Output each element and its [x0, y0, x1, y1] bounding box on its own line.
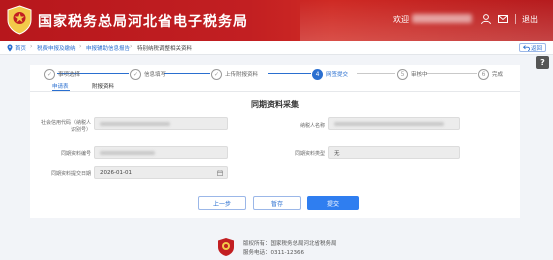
taxpayer-name-field[interactable] — [328, 117, 460, 130]
tab-divider — [30, 91, 520, 92]
breadcrumb-current: 特别纳税调整相关资料 — [137, 46, 193, 52]
main-panel: ✓ 事项选择 ✓ 信息填写 ✓ 上传附报资料 4 网签提交 5 审核中 6 完成… — [30, 65, 520, 218]
tax-id-label: 社会信用代码（纳税人识别号） — [40, 120, 91, 133]
breadcrumb-separator: › — [30, 43, 33, 50]
step-check-icon: ✓ — [44, 68, 55, 80]
footer-copyright: 版权所有：国家税务总局河北省税务局 — [243, 241, 337, 247]
step-connector — [164, 73, 210, 74]
previous-step-button[interactable]: 上一步 — [198, 196, 246, 210]
step-check-icon: ✓ — [130, 68, 141, 80]
form-title: 同期资料采集 — [251, 100, 299, 109]
step-connector — [357, 73, 395, 74]
date-value: 2026-01-01 — [100, 169, 132, 176]
user-name-redacted — [412, 14, 472, 23]
welcome-text: 欢迎 — [393, 15, 409, 24]
breadcrumb-separator: › — [130, 43, 133, 50]
location-pin-icon — [7, 44, 13, 52]
header-separator — [515, 14, 516, 24]
step-number: 4 — [312, 68, 323, 80]
step-item-done: 6 完成 — [478, 68, 503, 80]
step-connector — [268, 73, 311, 74]
doc-number-field[interactable] — [94, 146, 228, 159]
footer-hotline: 服务电话：0311-12366 — [243, 250, 304, 256]
step-number: 5 — [397, 68, 408, 80]
tab-application-form[interactable]: 申请表 — [52, 82, 69, 90]
step-label: 完成 — [492, 72, 504, 78]
doc-type-value: 无 — [334, 150, 340, 157]
redacted-value — [334, 121, 444, 126]
doc-number-label: 同期资料编号 — [60, 151, 91, 157]
step-item-upload: ✓ 上传附报资料 — [211, 68, 258, 80]
taxpayer-name-label: 纳税人名称 — [299, 123, 325, 129]
tax-emblem-logo — [7, 5, 32, 35]
logout-link[interactable]: 退出 — [522, 14, 538, 25]
step-label: 信息填写 — [144, 72, 167, 78]
help-icon[interactable]: ? — [536, 56, 549, 69]
site-title: 国家税务总局河北省电子税务局 — [38, 14, 248, 30]
doc-type-label: 同期资料类型 — [294, 151, 325, 157]
step-label: 网签提交 — [326, 72, 349, 78]
redacted-value — [100, 121, 170, 126]
step-label: 审核中 — [411, 72, 428, 78]
doc-type-field[interactable]: 无 — [328, 146, 460, 159]
step-label: 事项选择 — [58, 72, 81, 78]
redacted-value — [100, 150, 155, 155]
back-button[interactable]: 返回 — [519, 43, 546, 52]
step-number: 6 — [478, 68, 489, 80]
footer-emblem-logo — [218, 238, 234, 256]
tab-attachments[interactable]: 附报资料 — [92, 82, 114, 90]
step-item-fill: ✓ 信息填写 — [130, 68, 166, 80]
step-check-icon: ✓ — [211, 68, 222, 80]
breadcrumb-aux-report[interactable]: 申报辅助信息报告 — [86, 44, 130, 52]
step-label: 上传附报资料 — [225, 72, 259, 78]
submit-button[interactable]: 提交 — [307, 196, 359, 210]
back-arrow-icon — [522, 44, 530, 51]
date-label: 同期资料提交日期 — [50, 171, 91, 177]
breadcrumb: 首页 › 税费申报及缴纳 › 申报辅助信息报告 › 特别纳税调整相关资料 — [0, 41, 553, 55]
calendar-icon[interactable] — [217, 170, 223, 176]
breadcrumb-tax-filing[interactable]: 税费申报及缴纳 — [37, 44, 76, 52]
step-connector — [426, 73, 477, 74]
step-item-select: ✓ 事项选择 — [44, 68, 80, 80]
tax-id-field[interactable] — [94, 117, 228, 130]
user-icon[interactable] — [480, 13, 492, 25]
breadcrumb-separator: › — [79, 43, 82, 50]
step-item-sign: 4 网签提交 — [312, 68, 348, 80]
message-icon[interactable] — [497, 13, 509, 25]
breadcrumb-home[interactable]: 首页 — [15, 44, 26, 52]
date-field[interactable]: 2026-01-01 — [94, 166, 228, 179]
step-item-review: 5 审核中 — [397, 68, 428, 80]
back-button-label: 返回 — [530, 45, 542, 52]
top-header: 国家税务总局河北省电子税务局 欢迎 退出 — [0, 0, 553, 41]
save-draft-button[interactable]: 暂存 — [253, 196, 301, 210]
